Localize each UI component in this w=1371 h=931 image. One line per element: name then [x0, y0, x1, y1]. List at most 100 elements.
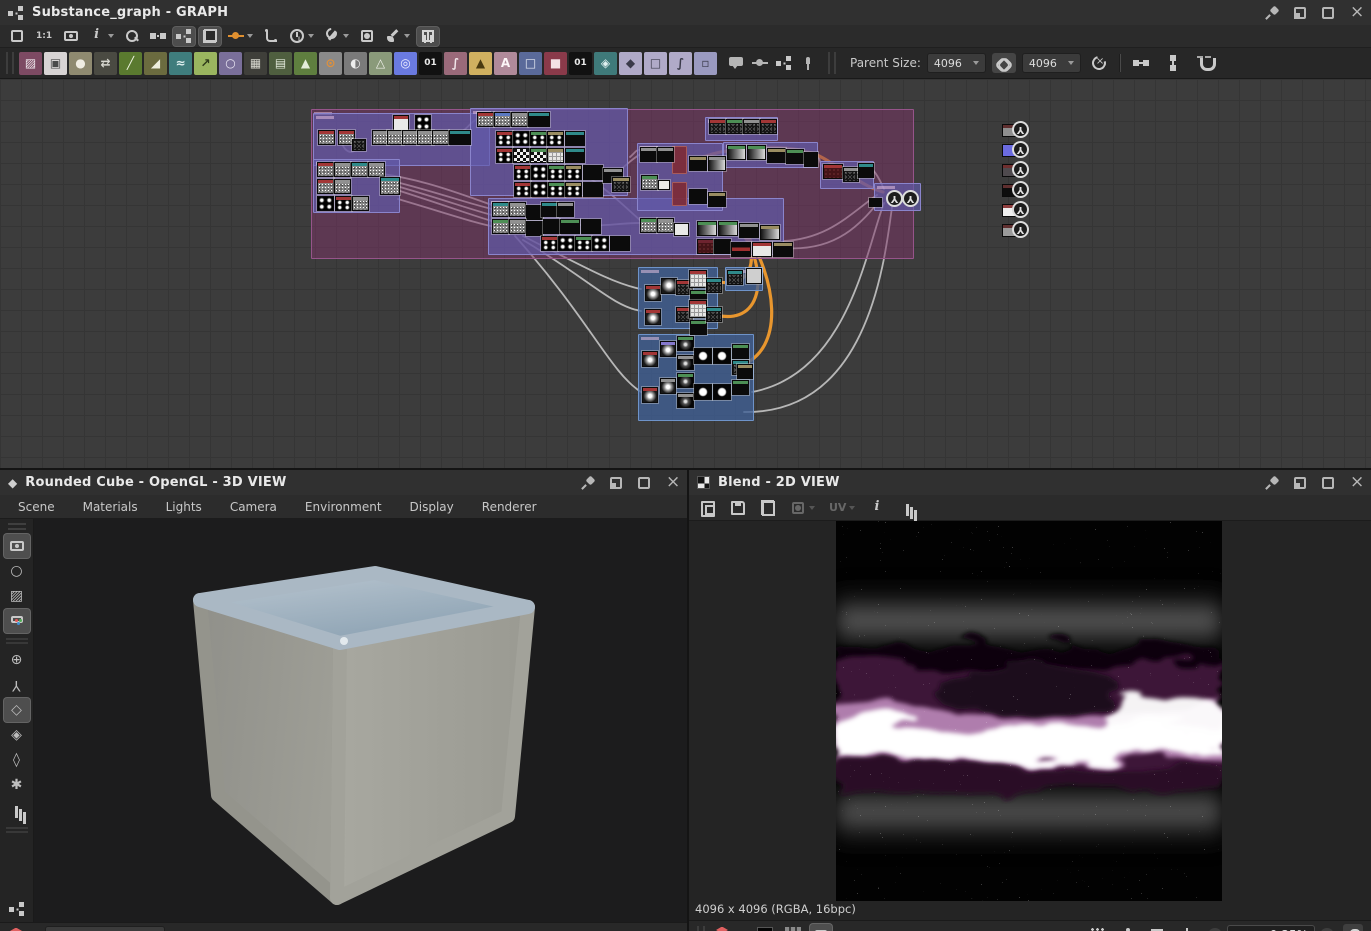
- graph-node[interactable]: [496, 148, 513, 163]
- graph-node[interactable]: [645, 309, 661, 325]
- graph-node[interactable]: [531, 182, 548, 197]
- graph-node[interactable]: [718, 221, 738, 236]
- graph-node[interactable]: [858, 163, 874, 178]
- link-size-button[interactable]: [992, 53, 1016, 73]
- shape-node[interactable]: ○: [219, 52, 242, 75]
- graph-node[interactable]: [732, 380, 749, 395]
- graph-node[interactable]: [560, 219, 580, 234]
- close-icon[interactable]: [1349, 6, 1363, 20]
- reset-size-icon[interactable]: [1089, 53, 1109, 73]
- info-icon[interactable]: [86, 27, 117, 46]
- graph-node[interactable]: [689, 189, 707, 204]
- graph-canvas[interactable]: [0, 79, 1371, 468]
- snap-magnet-icon[interactable]: [1195, 53, 1215, 73]
- colorspace-select[interactable]: sRGB (default): [45, 926, 165, 931]
- channels-layers-icon[interactable]: [711, 924, 733, 931]
- graph-node[interactable]: [514, 165, 531, 180]
- graph-node[interactable]: [727, 270, 743, 285]
- zoom-1-1-icon[interactable]: 1:1: [32, 27, 56, 46]
- fit-bounds-icon[interactable]: [1146, 924, 1168, 931]
- tools-icon[interactable]: [321, 27, 352, 46]
- maximize-icon[interactable]: [1321, 6, 1335, 20]
- graph-node[interactable]: [642, 351, 658, 367]
- graph-node[interactable]: [317, 179, 334, 194]
- graph-node[interactable]: [352, 139, 366, 151]
- fx-map-node[interactable]: ◆: [619, 52, 642, 75]
- float-icon[interactable]: [609, 476, 623, 490]
- svg-node[interactable]: ▣: [44, 52, 67, 75]
- graph-node[interactable]: [697, 239, 714, 254]
- graph-node[interactable]: [869, 198, 882, 207]
- normal-node[interactable]: ▲: [294, 52, 317, 75]
- graph-node[interactable]: [509, 219, 526, 234]
- wire-style-icon[interactable]: [225, 27, 256, 46]
- histogram-icon[interactable]: [896, 498, 918, 517]
- graph-node[interactable]: [432, 130, 449, 145]
- align-vertical-icon[interactable]: [1163, 53, 1183, 73]
- graph-output-node[interactable]: [886, 190, 903, 207]
- graph-node[interactable]: [583, 165, 603, 180]
- graph-node[interactable]: [690, 320, 707, 335]
- graph-view-icon[interactable]: [173, 27, 195, 46]
- close-icon[interactable]: [665, 476, 679, 490]
- graph-node[interactable]: [592, 236, 609, 251]
- pin-icon[interactable]: [798, 53, 818, 73]
- pin-icon[interactable]: [1265, 476, 1279, 490]
- graph-node[interactable]: [610, 236, 630, 251]
- light-bulb-icon[interactable]: ○: [4, 559, 30, 583]
- graph-node[interactable]: [514, 182, 531, 197]
- graph-node[interactable]: [492, 219, 509, 234]
- curvature-node[interactable]: △: [369, 52, 392, 75]
- menu-camera[interactable]: Camera: [216, 495, 291, 518]
- geometry-rounded-cube-icon[interactable]: ◇: [4, 698, 30, 722]
- comment-icon[interactable]: [726, 53, 746, 73]
- graph-node[interactable]: [547, 148, 564, 163]
- zoom-out-icon[interactable]: −: [1208, 928, 1222, 931]
- graph-node[interactable]: [334, 179, 351, 194]
- dot-node-icon[interactable]: [750, 53, 770, 73]
- gizmo-axis-icon[interactable]: Y: [4, 673, 30, 697]
- graph-node[interactable]: [393, 115, 409, 131]
- graph-node[interactable]: [752, 242, 772, 257]
- graph-node[interactable]: [737, 364, 753, 379]
- compute-time-icon[interactable]: [286, 27, 317, 46]
- colorspace-layers-icon[interactable]: [8, 928, 24, 931]
- pixel-processor-node[interactable]: □: [644, 52, 667, 75]
- graph-node[interactable]: [530, 131, 547, 146]
- menu-scene[interactable]: Scene: [4, 495, 69, 518]
- display-filter-icon[interactable]: [810, 924, 832, 931]
- graph-node[interactable]: [661, 278, 677, 294]
- output-basecolor[interactable]: [1012, 121, 1029, 138]
- graph-output-node[interactable]: [902, 190, 919, 207]
- graph-node[interactable]: [575, 236, 592, 251]
- geometry-cube-icon[interactable]: ◈: [4, 723, 30, 747]
- view2d-viewport[interactable]: 4096 x 4096 (RGBA, 16bpc): [689, 521, 1371, 920]
- graph-node[interactable]: [708, 192, 726, 207]
- graph-node[interactable]: [660, 341, 676, 357]
- directional-blur-node[interactable]: ◢: [144, 52, 167, 75]
- hsl-node[interactable]: ◎: [394, 52, 417, 75]
- graph-node[interactable]: [677, 336, 694, 351]
- graph-node[interactable]: [657, 147, 674, 162]
- graph-node[interactable]: [526, 221, 543, 236]
- menu-environment[interactable]: Environment: [291, 495, 396, 518]
- gradient-map-node[interactable]: ⊙: [319, 52, 342, 75]
- wire-elbow-icon[interactable]: [260, 27, 282, 46]
- environment-image-icon[interactable]: ▨: [4, 584, 30, 608]
- graph-node[interactable]: [513, 131, 530, 146]
- graph-node[interactable]: [645, 285, 661, 301]
- graph-node[interactable]: [541, 202, 558, 217]
- graph-node[interactable]: [713, 384, 731, 400]
- graph-node[interactable]: [727, 145, 746, 160]
- thumbnail-display-icon[interactable]: [356, 27, 378, 46]
- graph-node[interactable]: [804, 152, 818, 167]
- blur-node[interactable]: ●: [69, 52, 92, 75]
- graph-node[interactable]: [415, 115, 431, 131]
- parent-width-select[interactable]: 4096: [927, 53, 986, 73]
- menu-display[interactable]: Display: [396, 495, 468, 518]
- graph-node[interactable]: [511, 112, 528, 127]
- portal-icon[interactable]: [774, 53, 794, 73]
- graph-node[interactable]: [640, 147, 657, 162]
- float-icon[interactable]: [1293, 6, 1307, 20]
- graph-node[interactable]: [706, 307, 722, 322]
